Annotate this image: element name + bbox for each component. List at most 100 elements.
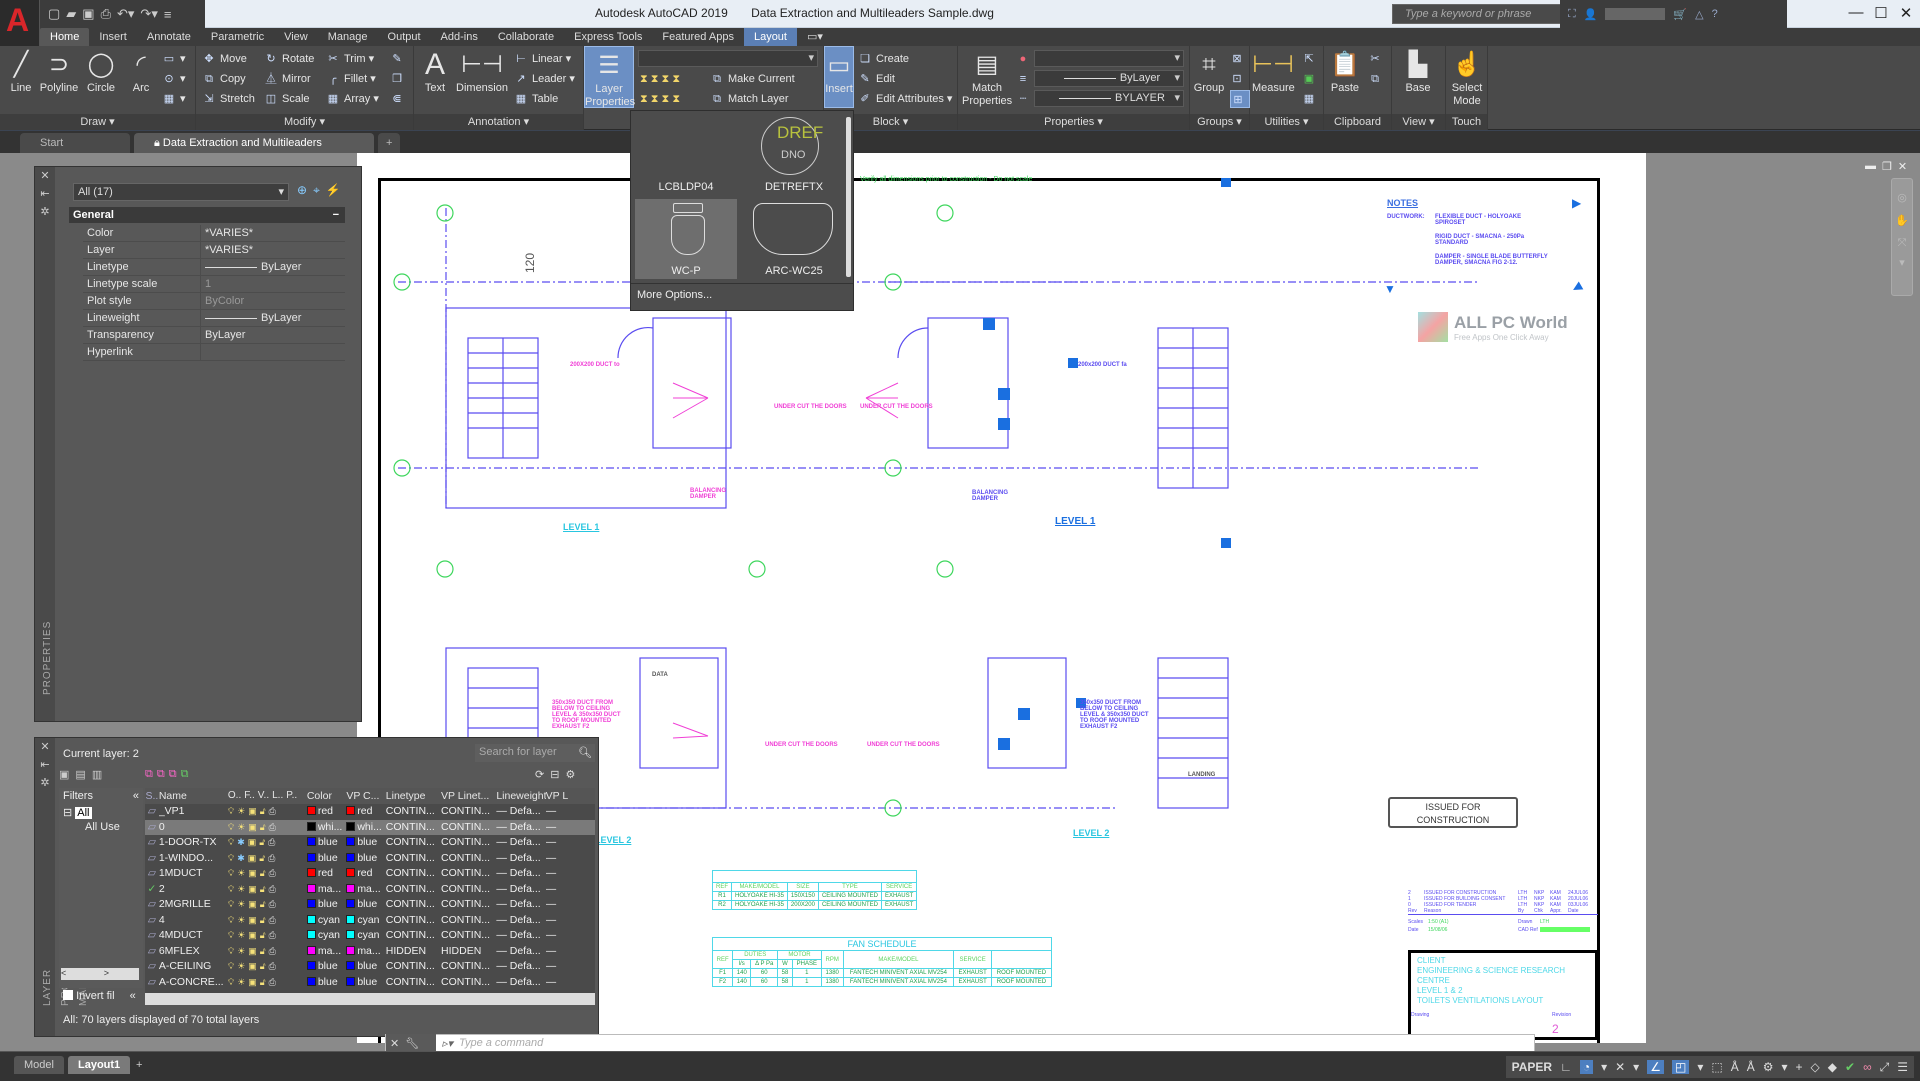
thaw-sun-icon[interactable]: ☀ (237, 866, 245, 882)
color-dropdown[interactable] (1034, 50, 1184, 67)
layer-color[interactable]: whi... (306, 820, 346, 836)
select-mode-button[interactable]: ☝ Select Mode (1448, 48, 1486, 108)
layer-row[interactable]: ✓ 2 💡︎ ☀ ▣ 🔓︎ ⎙ ma... ma... CONTIN... CONTIN... — D… (145, 882, 595, 898)
new-icon[interactable]: ▢ (48, 6, 60, 22)
layer-vp-color[interactable]: whi... (346, 820, 385, 836)
quick-select-icon[interactable]: ⇱ (1302, 50, 1320, 68)
user-icon[interactable]: 👤 (1584, 8, 1598, 21)
link-icon[interactable]: ∞ (1863, 1060, 1872, 1074)
palette-settings-icon[interactable]: ✲ (35, 203, 55, 221)
stretch-button[interactable]: ⇲ Stretch (202, 90, 254, 108)
layer-linetype[interactable]: CONTIN... (386, 804, 441, 820)
vp-freeze-icon[interactable]: ▣ (248, 866, 257, 882)
array-button[interactable]: ▦ Array ▾ (326, 90, 379, 108)
steering-wheel-icon[interactable]: ◎ (1892, 191, 1912, 204)
unlock-icon[interactable]: 🔓︎ (260, 944, 266, 960)
tab-model[interactable]: Model (14, 1056, 64, 1074)
layer-linetype[interactable]: CONTIN... (386, 851, 441, 867)
layer-name[interactable]: 1MDUCT (159, 866, 228, 882)
layer-color[interactable]: blue (306, 959, 346, 975)
layer-row[interactable]: ▱ 1MDUCT 💡︎ ☀ ▣ 🔓︎ ⎙ red red CONTIN... CONTIN... — … (145, 866, 595, 882)
layer-linetype[interactable]: CONTIN... (386, 820, 441, 836)
ribbon-toggle-icon[interactable]: ▭▾ (797, 28, 833, 46)
fillet-button[interactable]: ╭ Fillet ▾ (326, 70, 376, 88)
redo-icon[interactable]: ↷▾ (140, 6, 157, 22)
layer-color[interactable]: blue (306, 835, 346, 851)
edit-attributes-button[interactable]: ✐ Edit Attributes ▾ (858, 90, 952, 108)
circle-button[interactable]: ◯ Circle (84, 48, 118, 95)
sign-in-field[interactable] (1605, 8, 1666, 20)
unlock-icon[interactable]: 🔓︎ (259, 851, 265, 867)
layer-color[interactable]: cyan (306, 928, 346, 944)
block-detreftx[interactable]: DREF DNO DETREFTX (743, 115, 845, 195)
viewport-minimize-icon[interactable]: ▬ (1865, 160, 1876, 173)
on-off-bulb-icon[interactable]: 💡︎ (228, 975, 234, 991)
select-all-icon[interactable]: ▣ (1302, 70, 1320, 88)
property-row[interactable]: Linetype scale 1 (83, 276, 345, 293)
tab-layout[interactable]: Layout (743, 28, 797, 46)
tab-parametric[interactable]: Parametric (201, 28, 274, 46)
layer-linetype[interactable]: CONTIN... (386, 897, 441, 913)
layer-linetype[interactable]: CONTIN... (386, 866, 441, 882)
layer-vp-color[interactable]: blue (346, 975, 385, 991)
tab-insert[interactable]: Insert (89, 28, 137, 46)
layer-lineweight[interactable]: — Defa... (496, 928, 545, 944)
unlock-icon[interactable]: 🔓︎ (260, 804, 266, 820)
new-layer-vp-frozen-icon[interactable]: ⧉ (157, 768, 165, 781)
annotation-autoscale-icon[interactable]: Å (1747, 1060, 1755, 1074)
dimension-button[interactable]: ⊢⊣ Dimension (454, 48, 510, 95)
open-icon[interactable]: ▰ (66, 6, 76, 22)
layer-linetype[interactable]: CONTIN... (386, 835, 441, 851)
layer-row[interactable]: ▱ 6MFLEX 💡︎ ☀ ▣ 🔓︎ ⎙ ma... ma... HIDDEN HIDDEN — De… (145, 944, 595, 960)
groups-panel-title[interactable]: Groups ▾ (1190, 114, 1249, 130)
plot-icon[interactable]: ⎙ (269, 820, 276, 836)
plot-icon[interactable]: ⎙ (269, 804, 276, 820)
layer-vp-color[interactable]: ma... (346, 882, 385, 898)
gear-icon[interactable]: ⚙ (1763, 1060, 1774, 1074)
command-input[interactable]: Type a command (459, 1037, 543, 1049)
property-row[interactable]: Linetype ByLayer (83, 259, 345, 276)
gear-icon[interactable]: ⚙ (565, 768, 575, 781)
plot-icon[interactable]: ⎙ (269, 975, 276, 991)
vp-freeze-icon[interactable]: ▣ (248, 820, 257, 836)
unlock-icon[interactable]: 🔓︎ (260, 928, 266, 944)
property-row[interactable]: Hyperlink (83, 344, 345, 361)
layer-vp-linetype[interactable]: HIDDEN (441, 944, 496, 960)
plot-icon[interactable]: ⎙ (269, 913, 276, 929)
selection-cycling-icon[interactable]: ⬚ (1711, 1060, 1722, 1074)
tab-output[interactable]: Output (378, 28, 431, 46)
unlock-icon[interactable]: 🔓︎ (260, 913, 266, 929)
tab-featured-apps[interactable]: Featured Apps (652, 28, 744, 46)
new-group-filter-icon[interactable]: ▤ (75, 768, 85, 781)
vp-freeze-icon[interactable]: ▣ (248, 928, 257, 944)
on-off-bulb-icon[interactable]: 💡︎ (228, 882, 234, 898)
offset-button[interactable]: ⋐ (390, 90, 408, 108)
layer-row[interactable]: ▱ 2MGRILLE 💡︎ ☀ ▣ 🔓︎ ⎙ blue blue CONTIN... CONTIN.… (145, 897, 595, 913)
utilities-panel-title[interactable]: Utilities ▾ (1250, 114, 1323, 130)
insert-block-button[interactable]: ▭ Insert (824, 46, 854, 108)
layer-name[interactable]: _VP1 (159, 804, 228, 820)
tab-start[interactable]: Start (20, 133, 130, 153)
layer-lineweight[interactable]: — Defa... (496, 882, 545, 898)
on-off-bulb-icon[interactable]: 💡︎ (228, 851, 234, 867)
layer-vp-lineweight[interactable]: — (546, 866, 595, 882)
layer-state-icons-row2[interactable]: ⧗ ⧗ ⧗ ⧗ (640, 90, 680, 108)
layer-name[interactable]: 4 (159, 913, 228, 929)
save-icon[interactable]: ▣ (82, 6, 94, 22)
layer-vp-linetype[interactable]: CONTIN... (441, 835, 496, 851)
object-snap-tracking-icon[interactable]: ✕ (1615, 1060, 1625, 1074)
pan-hand-icon[interactable]: ✋ (1892, 214, 1912, 227)
layer-linetype[interactable]: CONTIN... (386, 882, 441, 898)
plot-icon[interactable]: ⎙ (269, 944, 276, 960)
clipboard-panel-title[interactable]: Clipboard (1324, 114, 1391, 130)
layer-lineweight[interactable]: — Defa... (496, 851, 545, 867)
new-tab-button[interactable]: + (378, 133, 401, 153)
annotation-panel-title[interactable]: Annotation ▾ (414, 114, 583, 130)
new-property-filter-icon[interactable]: ▣ (59, 768, 69, 781)
layer-vp-lineweight[interactable]: — (546, 804, 595, 820)
on-off-bulb-icon[interactable]: 💡︎ (228, 959, 234, 975)
hardware-acceleration-icon[interactable]: ◆ (1828, 1060, 1837, 1074)
layer-linetype[interactable]: HIDDEN (386, 944, 441, 960)
layer-lineweight[interactable]: — Defa... (496, 959, 545, 975)
layer-dropdown[interactable] (638, 50, 818, 67)
